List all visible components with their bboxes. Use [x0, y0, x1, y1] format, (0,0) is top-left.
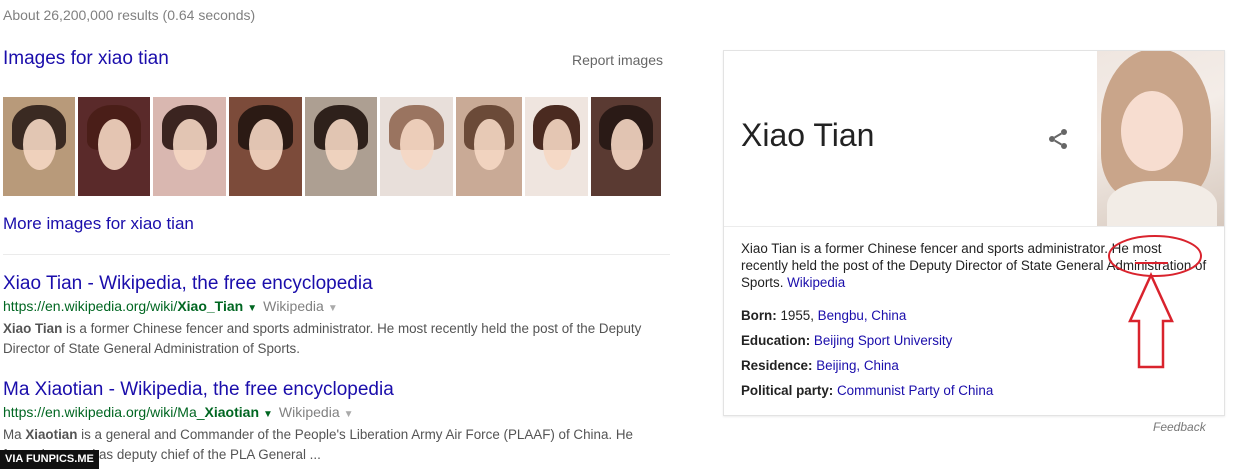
- fact-label: Education:: [741, 333, 811, 348]
- share-icon[interactable]: [1046, 127, 1070, 151]
- fact-link[interactable]: Communist Party of China: [837, 383, 993, 398]
- result-url: https://en.wikipedia.org/wiki/: [3, 298, 178, 314]
- thumbnail-face: [542, 118, 572, 171]
- fact-political-party: Political party: Communist Party of Chin…: [741, 383, 993, 398]
- annotation-circle-arrow: [1108, 235, 1202, 369]
- thumbnail-face: [610, 118, 643, 171]
- result-url-line: https://en.wikipedia.org/wiki/Ma_Xiaotia…: [3, 402, 673, 425]
- image-thumbnail[interactable]: [153, 97, 226, 196]
- thumbnail-face: [325, 118, 359, 171]
- image-thumbnail[interactable]: [229, 97, 302, 196]
- search-result: Ma Xiaotian - Wikipedia, the free encycl…: [3, 378, 673, 465]
- result-url-bold: Xiaotian: [204, 404, 260, 420]
- section-divider: [3, 254, 670, 255]
- snippet-bold: Xiaotian: [25, 427, 78, 442]
- result-source: Wikipedia: [263, 298, 324, 314]
- knowledge-panel-title: Xiao Tian: [741, 117, 875, 153]
- photo-body: [1107, 181, 1217, 226]
- fact-link[interactable]: Beijing, China: [816, 358, 899, 373]
- thumbnail-face: [23, 118, 57, 171]
- image-thumbnail[interactable]: [380, 97, 453, 196]
- image-thumbnail[interactable]: [3, 97, 75, 196]
- result-snippet: Xiao Tian is a former Chinese fencer and…: [3, 319, 673, 359]
- report-images-link[interactable]: Report images: [572, 52, 663, 68]
- source-dropdown-icon[interactable]: ▼: [328, 303, 338, 314]
- thumbnail-face: [249, 118, 284, 171]
- fact-link[interactable]: Bengbu, China: [818, 308, 907, 323]
- result-stats: About 26,200,000 results (0.64 seconds): [3, 7, 256, 23]
- result-snippet: Ma Xiaotian is a general and Commander o…: [3, 425, 673, 465]
- fact-label: Political party:: [741, 383, 834, 398]
- fact-born: Born: 1955, Bengbu, China: [741, 308, 906, 323]
- fact-label: Residence:: [741, 358, 813, 373]
- cached-dropdown-icon[interactable]: ▼: [263, 409, 273, 420]
- thumbnail-face: [400, 118, 435, 171]
- image-thumbnail[interactable]: [78, 97, 150, 196]
- feedback-link[interactable]: Feedback: [1153, 420, 1206, 434]
- more-images-link[interactable]: More images for xiao tian: [3, 214, 194, 234]
- result-url: https://en.wikipedia.org/wiki/Ma_: [3, 404, 205, 420]
- cached-dropdown-icon[interactable]: ▼: [247, 303, 257, 314]
- panel-divider: [724, 226, 1224, 227]
- thumbnail-face: [98, 118, 132, 171]
- fact-residence: Residence: Beijing, China: [741, 358, 899, 373]
- fact-label: Born:: [741, 308, 777, 323]
- knowledge-panel-photo[interactable]: [1097, 51, 1224, 226]
- thumbnail-face: [173, 118, 208, 171]
- watermark: VIA FUNPICS.ME: [0, 450, 99, 469]
- thumbnail-face: [474, 118, 505, 171]
- source-dropdown-icon[interactable]: ▼: [344, 409, 354, 420]
- image-thumbnail[interactable]: [305, 97, 377, 196]
- image-thumbnail[interactable]: [591, 97, 661, 196]
- search-result: Xiao Tian - Wikipedia, the free encyclop…: [3, 272, 673, 359]
- result-source: Wikipedia: [278, 404, 340, 420]
- result-url-bold: Xiao_Tian: [177, 298, 244, 314]
- snippet-bold: Xiao Tian: [3, 321, 63, 336]
- image-thumbnail[interactable]: [525, 97, 588, 196]
- result-title-link[interactable]: Xiao Tian - Wikipedia, the free encyclop…: [3, 272, 673, 296]
- image-thumbnail[interactable]: [456, 97, 522, 196]
- fact-link[interactable]: Beijing Sport University: [814, 333, 952, 348]
- result-title-link[interactable]: Ma Xiaotian - Wikipedia, the free encycl…: [3, 378, 673, 402]
- image-thumbnails: [3, 97, 661, 196]
- snippet-text: is a former Chinese fencer and sports ad…: [3, 321, 642, 356]
- fact-education: Education: Beijing Sport University: [741, 333, 952, 348]
- snippet-prefix: Ma: [3, 427, 26, 442]
- wikipedia-source-link[interactable]: Wikipedia: [787, 275, 845, 290]
- photo-face: [1121, 91, 1183, 171]
- result-url-line: https://en.wikipedia.org/wiki/Xiao_Tian ▼…: [3, 296, 673, 319]
- fact-value: 1955,: [780, 308, 818, 323]
- images-heading-link[interactable]: Images for xiao tian: [3, 48, 169, 70]
